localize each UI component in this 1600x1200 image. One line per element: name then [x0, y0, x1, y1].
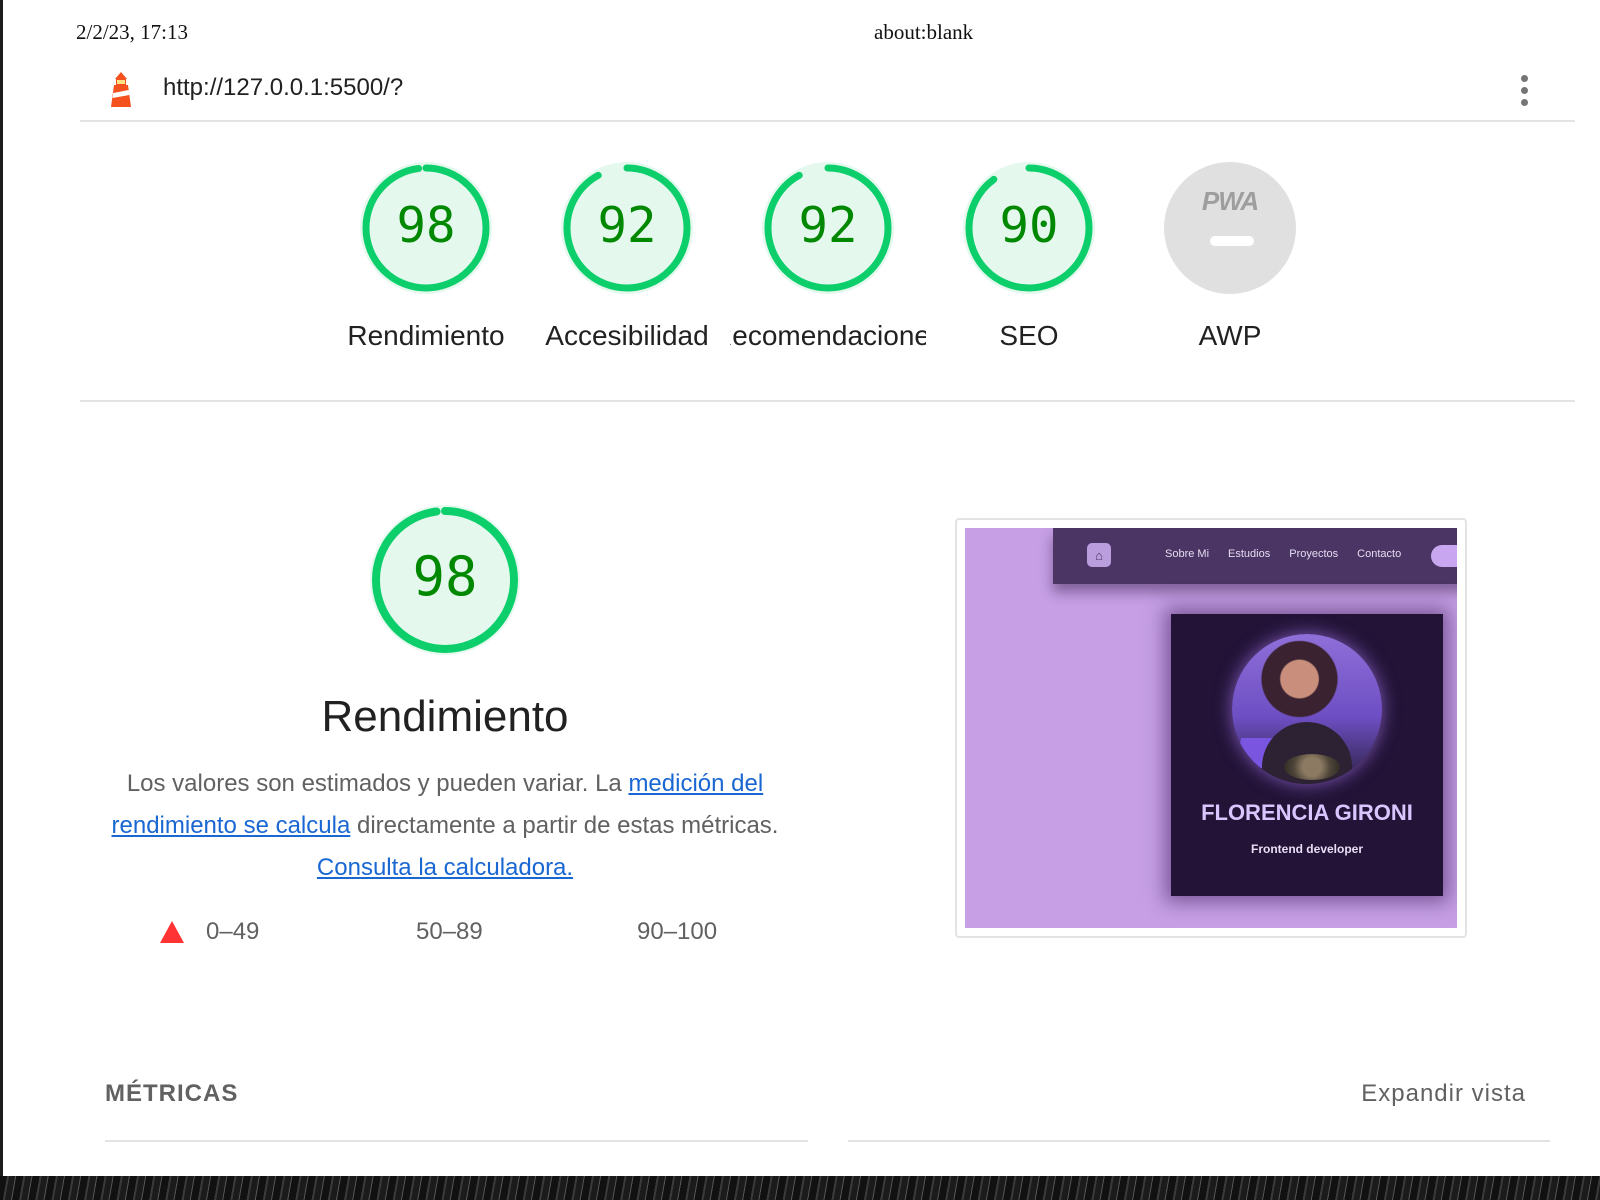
pwa-dash	[1210, 236, 1254, 246]
gauge-score: 92	[798, 197, 858, 254]
performance-title: Rendimiento	[321, 692, 569, 741]
gauge-pwa[interactable]: PWA AWP	[1130, 160, 1330, 360]
performance-description: Los valores son estimados y pueden varia…	[90, 763, 800, 889]
report-url: http://127.0.0.1:5500/?	[163, 74, 404, 101]
triangle-icon	[160, 921, 184, 943]
performance-gauge: 98	[370, 505, 520, 655]
legend-range: 90–100	[637, 918, 718, 945]
category-gauges: 98 Rendimiento 92 Accesibilidad 92 Recom…	[0, 160, 1600, 400]
gauge-label: AWP	[1198, 320, 1262, 351]
legend-average: 50–89	[416, 918, 483, 946]
performance-score: 98	[412, 545, 478, 608]
metrics-header: MÉTRICAS Expandir vista	[105, 1080, 1550, 1142]
background-strip	[0, 1176, 1600, 1200]
site-navbar: ⌂ Sobre Mi Estudios Proyectos Contacto	[1053, 528, 1457, 584]
nav-link: Proyectos	[1289, 548, 1339, 560]
divider	[80, 400, 1575, 402]
more-vert-icon[interactable]	[1513, 70, 1535, 110]
legend-pass: 90–100	[637, 918, 717, 946]
lighthouse-icon	[106, 70, 136, 110]
gauge-score: 92	[597, 197, 657, 254]
legend-fail: 0–49	[160, 918, 259, 946]
print-date: 2/2/23, 17:13	[76, 20, 189, 44]
desc-text: directamente a partir de estas métricas.	[350, 812, 779, 839]
gauge-performance[interactable]: 98 Rendimiento	[326, 160, 526, 360]
nav-button	[1431, 545, 1457, 567]
nav-link: Sobre Mi	[1165, 548, 1210, 560]
divider	[105, 1140, 808, 1142]
profile-photo	[1232, 634, 1382, 784]
legend-range: 0–49	[206, 918, 260, 945]
gauge-label: Accesibilidad	[545, 320, 709, 351]
gauge-seo[interactable]: 90 SEO	[929, 160, 1129, 360]
legend-range: 50–89	[416, 918, 483, 945]
metrics-title: MÉTRICAS	[105, 1080, 239, 1107]
final-screenshot[interactable]: ⌂ Sobre Mi Estudios Proyectos Contacto F…	[955, 518, 1467, 938]
gauge-accessibility[interactable]: 92 Accesibilidad	[527, 160, 727, 360]
nav-link: Estudios	[1228, 548, 1271, 560]
hero-card: FLORENCIA GIRONI Frontend developer	[1171, 614, 1443, 896]
gauge-label: Recomendaciones	[730, 320, 926, 351]
home-icon: ⌂	[1087, 543, 1111, 567]
screenshot-image: ⌂ Sobre Mi Estudios Proyectos Contacto F…	[965, 528, 1457, 928]
nav-link: Contacto	[1357, 548, 1402, 560]
gauge-label: Rendimiento	[347, 320, 505, 351]
calculator-link[interactable]: Consulta la calculadora.	[317, 854, 573, 881]
pwa-badge-icon: PWA	[1201, 186, 1259, 216]
expand-view-button[interactable]: Expandir vista	[1361, 1080, 1526, 1108]
hero-role: Frontend developer	[1250, 842, 1363, 856]
gauge-label: SEO	[999, 320, 1059, 351]
desc-text: Los valores son estimados y pueden varia…	[126, 770, 629, 797]
gauge-best-practices[interactable]: 92 Recomendaciones	[728, 160, 928, 360]
gauge-score: 98	[396, 197, 456, 254]
gauge-score: 90	[999, 197, 1059, 254]
divider	[848, 1140, 1550, 1142]
score-legend: 0–49 50–89 90–100	[160, 918, 810, 958]
report-topbar: http://127.0.0.1:5500/?	[80, 62, 1575, 122]
print-title: about:blank	[874, 20, 974, 44]
hero-name: FLORENCIA GIRONI	[1201, 800, 1413, 825]
